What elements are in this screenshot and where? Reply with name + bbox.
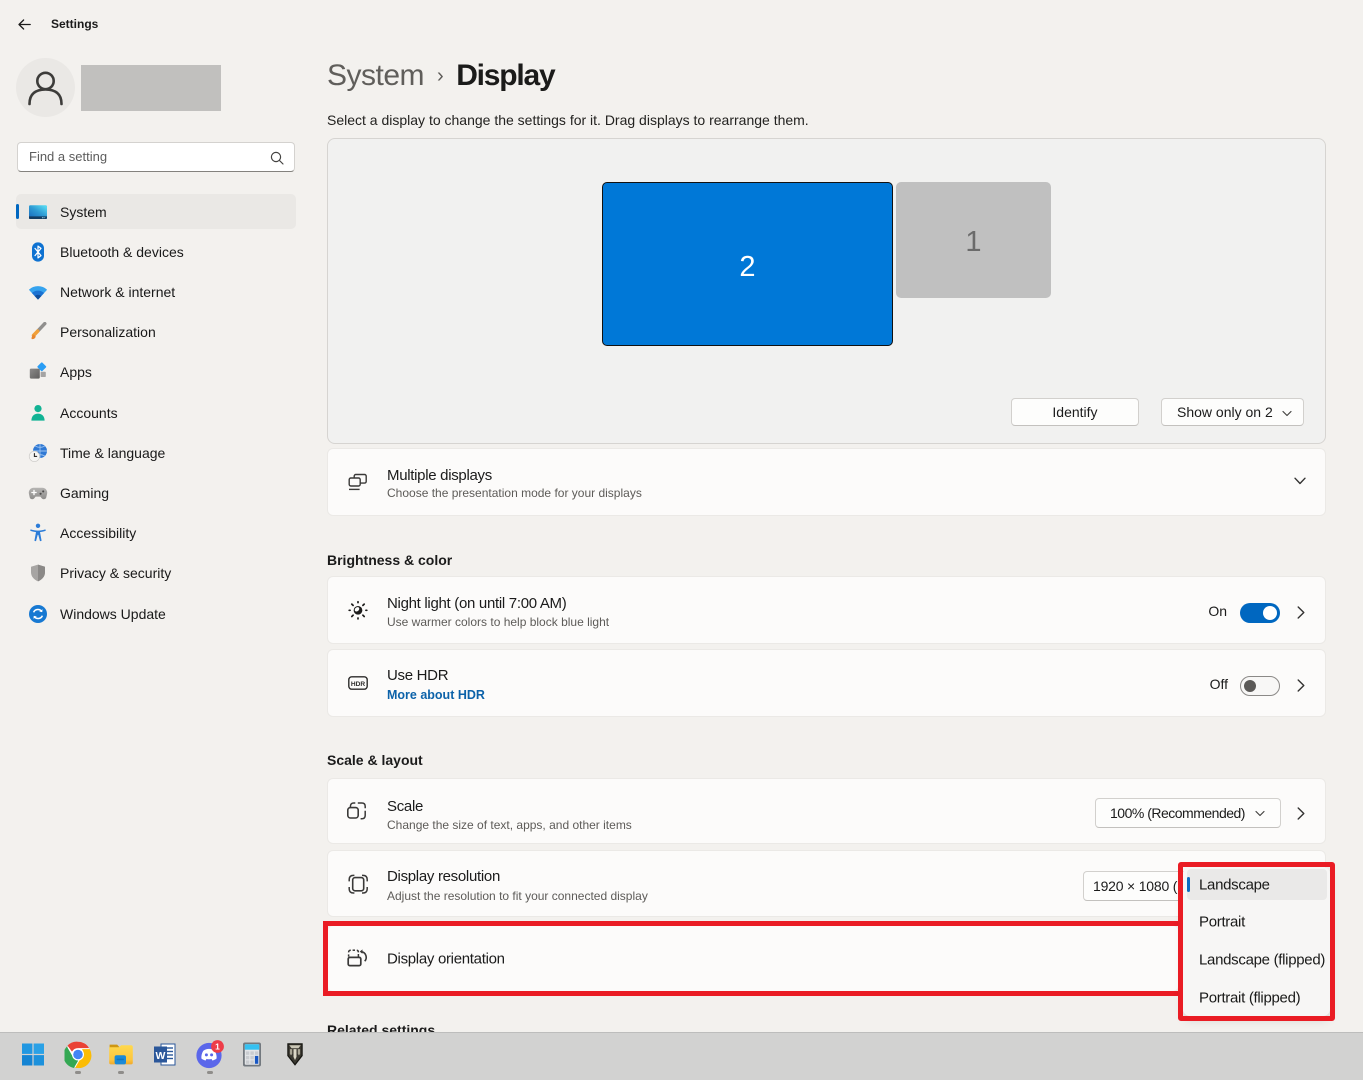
svg-text:HDR: HDR (351, 681, 366, 688)
svg-text:1: 1 (215, 1041, 220, 1051)
svg-text:W: W (156, 1050, 166, 1062)
